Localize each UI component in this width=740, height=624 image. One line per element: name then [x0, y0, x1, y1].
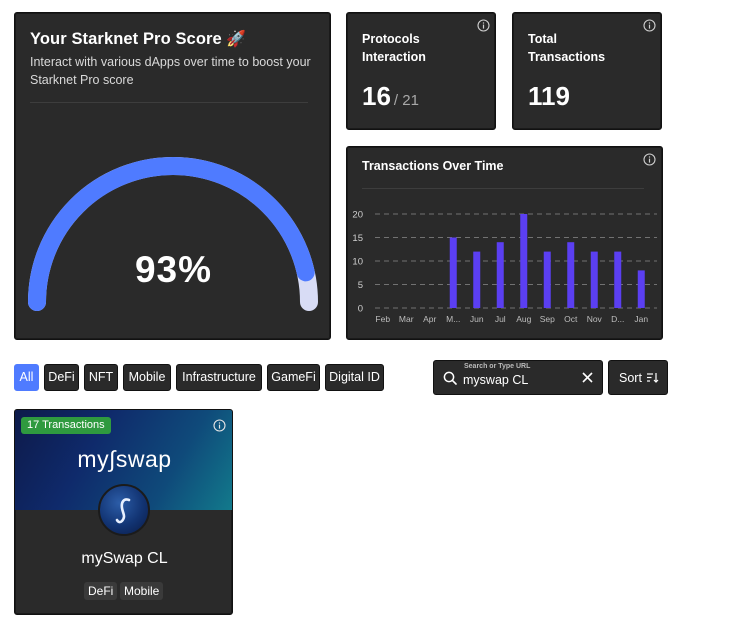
transactions-badge: 17 Transactions — [21, 417, 111, 434]
bar[interactable] — [637, 270, 645, 308]
sort-label: Sort — [619, 371, 642, 385]
y-tick-label: 10 — [352, 257, 363, 268]
sort-icon — [647, 373, 659, 383]
y-tick-label: 15 — [352, 233, 363, 244]
x-tick-label: Feb — [375, 314, 390, 324]
score-gauge — [28, 157, 318, 311]
transactions-label: Total Transactions — [528, 32, 606, 64]
dapp-card-myswap[interactable]: 17 Transactions my∫swap mySwap CL DeFi M… — [14, 409, 233, 615]
protocols-interaction-card: Protocols Interaction 16/ 21 — [346, 12, 496, 130]
protocols-value: 16/ 21 — [362, 81, 419, 112]
filter-nft[interactable]: NFT — [84, 364, 118, 391]
tag-mobile: Mobile — [120, 582, 164, 600]
bar[interactable] — [543, 251, 551, 308]
filter-mobile[interactable]: Mobile — [123, 364, 171, 391]
info-icon[interactable] — [477, 19, 490, 32]
dapp-name: mySwap CL — [81, 550, 168, 567]
x-tick-label: Mar — [399, 314, 414, 324]
score-subtitle: Interact with various dApps over time to… — [30, 55, 311, 87]
tag-defi: DeFi — [84, 582, 118, 600]
transactions-value: 119 — [528, 81, 570, 111]
bar[interactable] — [567, 242, 575, 308]
x-tick-label: Aug — [516, 314, 531, 324]
bar[interactable] — [473, 251, 481, 308]
search-input[interactable]: Search or Type URL myswap CL — [433, 360, 603, 395]
x-tick-label: D... — [611, 314, 624, 324]
search-icon — [443, 371, 457, 385]
x-tick-label: Oct — [564, 314, 578, 324]
bar[interactable] — [496, 242, 504, 308]
score-title: Your Starknet Pro Score — [30, 30, 222, 48]
y-tick-label: 0 — [358, 304, 363, 315]
filter-digital-id[interactable]: Digital ID — [325, 364, 384, 391]
avatar — [98, 484, 150, 536]
search-placeholder-label: Search or Type URL — [464, 363, 531, 370]
y-tick-label: 20 — [352, 210, 363, 221]
x-tick-label: Sep — [540, 314, 555, 324]
filter-defi[interactable]: DeFi — [44, 364, 79, 391]
total-transactions-card: Total Transactions 119 — [512, 12, 662, 130]
bar[interactable] — [590, 251, 598, 308]
score-percent: 93% — [134, 249, 213, 290]
bar[interactable] — [449, 237, 457, 309]
x-tick-label: Jul — [495, 314, 506, 324]
close-icon[interactable] — [582, 372, 593, 383]
info-icon[interactable] — [643, 19, 656, 32]
myswap-icon — [115, 498, 131, 524]
pro-score-card: Your Starknet Pro Score 🚀 Interact with … — [14, 12, 331, 340]
protocols-count: 16 — [362, 81, 391, 111]
divider — [30, 102, 308, 103]
info-icon[interactable] — [213, 419, 226, 432]
x-tick-label: Nov — [587, 314, 603, 324]
filter-all[interactable]: All — [14, 364, 39, 391]
rocket-icon: 🚀 — [226, 31, 246, 48]
x-tick-label: M... — [446, 314, 460, 324]
filter-gamefi[interactable]: GameFi — [267, 364, 320, 391]
y-tick-label: 5 — [358, 280, 363, 291]
transactions-over-time-card: Transactions Over Time 20 15 10 5 0 Feb Mar Apr… — [346, 146, 663, 340]
protocols-label: Protocols Interaction — [362, 32, 426, 64]
sort-button[interactable]: Sort — [608, 360, 668, 395]
search-value[interactable]: myswap CL — [463, 373, 528, 387]
transactions-bar-chart: 20 15 10 5 0 Feb Mar Apr M... Jun Jul Aug Sep Oct Nov D… — [352, 210, 657, 324]
protocols-total: / 21 — [393, 92, 419, 109]
bar[interactable] — [614, 251, 622, 308]
x-tick-label: Apr — [423, 314, 436, 324]
x-tick-label: Jun — [470, 314, 484, 324]
myswap-logo: my∫swap — [77, 446, 172, 472]
bar[interactable] — [520, 214, 528, 308]
x-tick-label: Jan — [634, 314, 648, 324]
filter-infrastructure[interactable]: Infrastructure — [176, 364, 262, 391]
